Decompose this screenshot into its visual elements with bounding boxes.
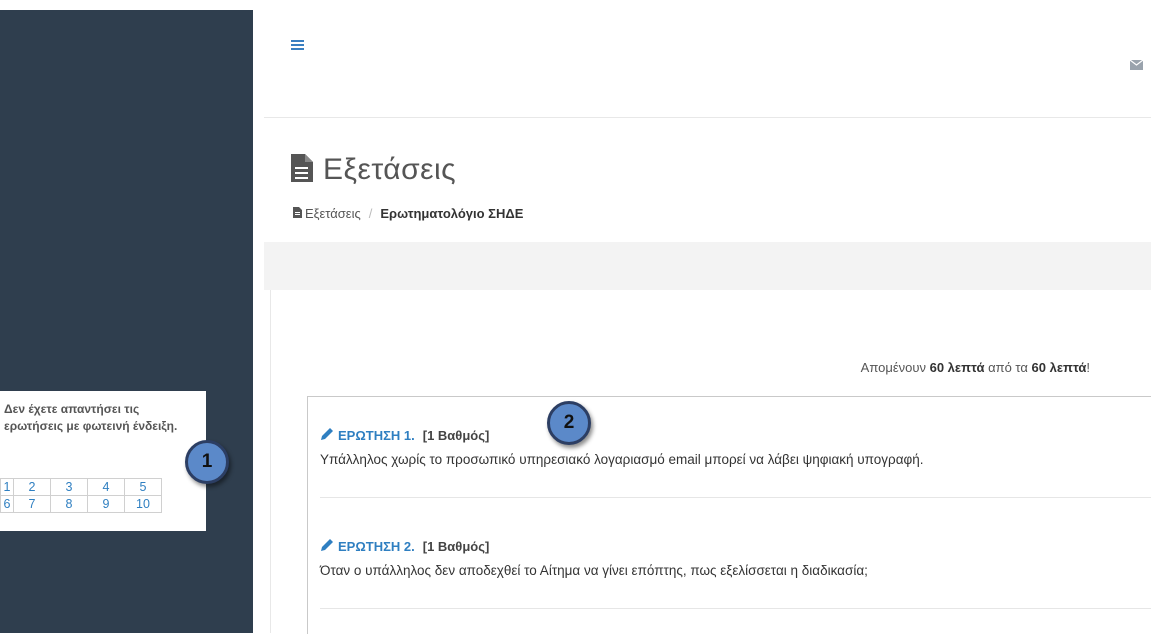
pencil-icon [320,538,334,555]
callout-badge-2: 2 [547,401,591,445]
top-navbar [253,10,1151,117]
question-header: ΕΡΩΤΗΣΗ 1. [1 Βαθμός] [320,427,1151,444]
breadcrumb-root-link[interactable]: Εξετάσεις [305,206,361,221]
question-nav-link[interactable]: 10 [124,495,162,513]
timer-remaining: 60 λεπτά [929,360,985,375]
page-header: Εξετάσεις Εξετάσεις / Ερωτηματολόγιο ΣΗΔ… [264,117,1151,243]
callout-badge-1: 1 [185,440,229,484]
document-icon [293,206,302,221]
page-title-text: Εξετάσεις [323,153,457,186]
question-text: Υπάλληλος χωρίς το προσωπικό υπηρεσιακό … [320,452,924,467]
question-nav-link[interactable]: 6 [0,495,14,513]
question-label[interactable]: ΕΡΩΤΗΣΗ 2. [338,539,415,554]
envelope-icon[interactable] [1129,57,1144,70]
question-nav-link[interactable]: 3 [50,478,88,496]
question-nav-link[interactable]: 2 [13,478,51,496]
question-nav-link[interactable]: 4 [87,478,125,496]
breadcrumb-current: Ερωτηματολόγιο ΣΗΔΕ [380,206,524,221]
header-spacer [264,242,1151,290]
question-number-grid: 1 2 3 4 5 6 7 8 9 10 [0,478,162,513]
question-label[interactable]: ΕΡΩΤΗΣΗ 1. [338,428,415,443]
question-points: [1 Βαθμός] [422,428,490,443]
sidebar [0,10,253,633]
question-item: ΕΡΩΤΗΣΗ 2. [1 Βαθμός] Όταν ο υπάλληλος δ… [320,538,1151,578]
timer-prefix: Απομένουν [860,360,926,375]
question-divider [320,608,1151,609]
unanswered-message: Δεν έχετε απαντήσει τις ερωτήσεις με φωτ… [4,402,178,433]
question-nav-link[interactable]: 7 [13,495,51,513]
question-nav-link[interactable]: 9 [87,495,125,513]
question-points: [1 Βαθμός] [422,539,490,554]
question-nav-link[interactable]: 1 [0,478,14,496]
breadcrumb: Εξετάσεις / Ερωτηματολόγιο ΣΗΔΕ [293,206,523,221]
question-navigator: Δεν έχετε απαντήσει τις ερωτήσεις με φωτ… [0,391,206,531]
question-list: ΕΡΩΤΗΣΗ 1. [1 Βαθμός] Υπάλληλος χωρίς το… [307,396,1151,634]
document-icon [291,153,313,187]
question-nav-link[interactable]: 5 [124,478,162,496]
question-divider [320,497,1151,498]
question-text: Όταν ο υπάλληλος δεν αποδεχθεί το Αίτημα… [320,563,868,578]
timer-total: 60 λεπτά [1031,360,1087,375]
breadcrumb-separator: / [368,206,373,221]
timer-suffix: ! [1086,360,1090,375]
time-remaining: Απομένουν 60 λεπτά από τα 60 λεπτά! [861,360,1090,375]
page-title: Εξετάσεις [291,150,456,190]
question-nav-link[interactable]: 8 [50,495,88,513]
pencil-icon [320,427,334,444]
timer-middle: από τα [988,360,1028,375]
question-header: ΕΡΩΤΗΣΗ 2. [1 Βαθμός] [320,538,1151,555]
question-item: ΕΡΩΤΗΣΗ 1. [1 Βαθμός] Υπάλληλος χωρίς το… [320,427,1151,467]
hamburger-icon[interactable] [291,40,304,50]
exam-content: Απομένουν 60 λεπτά από τα 60 λεπτά! ΕΡΩΤ… [270,290,1151,634]
